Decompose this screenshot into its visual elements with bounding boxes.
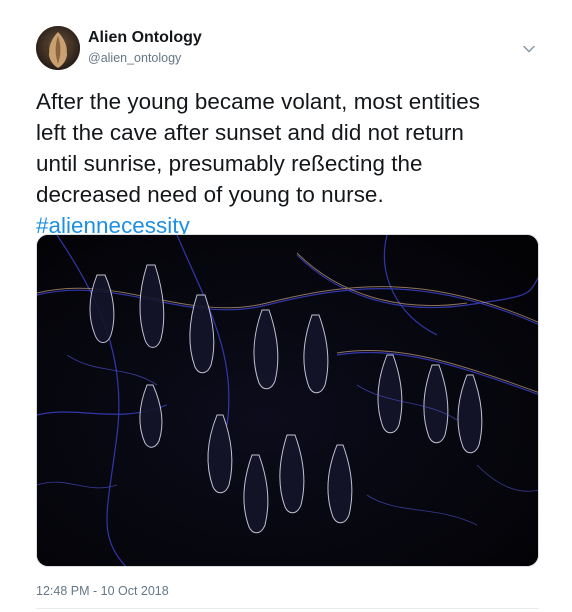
- chevron-down-icon: [523, 45, 535, 53]
- tweet-card: Alien Ontology @alien_ontology After the…: [0, 0, 572, 612]
- author-handle[interactable]: @alien_ontology: [88, 51, 181, 65]
- tweet-text-line: until sunrise, presumably reßecting the: [36, 151, 423, 176]
- tweet-text-line: left the cave after sunset and did not r…: [36, 120, 464, 145]
- tweet-media-image[interactable]: [36, 234, 539, 567]
- tweet-text-line: After the young became volant, most enti…: [36, 89, 481, 114]
- tweet-text-line: decreased need of young to nurse.: [36, 182, 384, 207]
- divider: [36, 608, 539, 609]
- bats-edge-image: [37, 235, 538, 566]
- tweet-timestamp[interactable]: 12:48 PM - 10 Oct 2018: [36, 584, 169, 598]
- author-display-name[interactable]: Alien Ontology: [88, 29, 202, 47]
- bat-avatar-image: [36, 26, 80, 70]
- avatar[interactable]: [36, 26, 80, 70]
- tweet-text: After the young became volant, most enti…: [36, 86, 546, 241]
- tweet-menu-button[interactable]: [518, 38, 540, 60]
